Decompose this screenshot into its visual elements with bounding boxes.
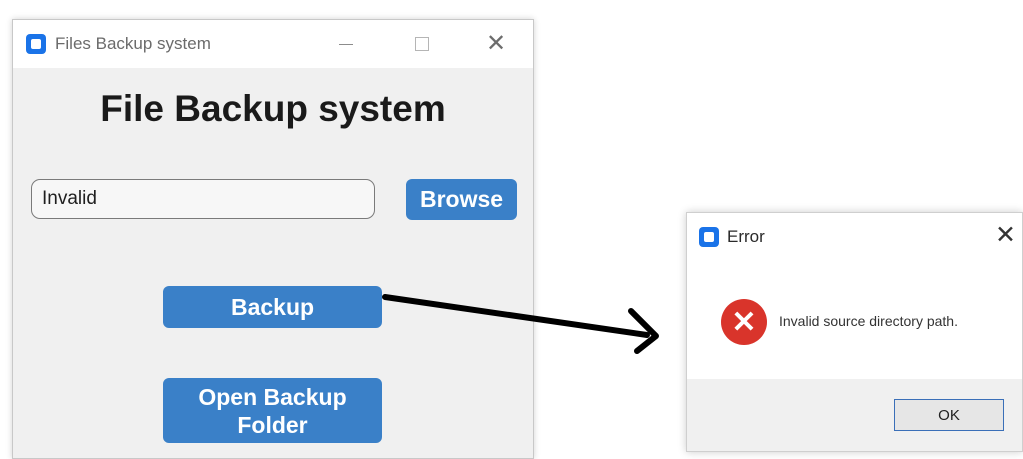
error-message: Invalid source directory path. xyxy=(779,313,958,329)
backup-button[interactable]: Backup xyxy=(163,286,382,328)
close-icon[interactable]: ✕ xyxy=(995,223,1016,248)
error-body: ✕ Invalid source directory path. xyxy=(687,261,1022,389)
page-title: File Backup system xyxy=(100,88,446,129)
annotation-arrow xyxy=(382,294,659,354)
error-titlebar[interactable]: Error ✕ xyxy=(687,213,1022,261)
app-icon xyxy=(699,227,719,247)
main-window: Files Backup system ✕ File Backup system… xyxy=(12,19,534,459)
open-backup-folder-button[interactable]: Open Backup Folder xyxy=(163,378,382,443)
main-titlebar[interactable]: Files Backup system ✕ xyxy=(13,20,533,68)
window-title: Files Backup system xyxy=(55,34,211,53)
error-footer: OK xyxy=(687,379,1022,451)
minimize-icon xyxy=(339,43,353,45)
maximize-button[interactable] xyxy=(399,28,445,60)
error-dialog: Error ✕ ✕ Invalid source directory path.… xyxy=(686,212,1023,452)
ok-button[interactable]: OK xyxy=(894,399,1004,431)
error-x-icon: ✕ xyxy=(721,299,767,345)
app-icon xyxy=(26,34,46,54)
source-path-input[interactable] xyxy=(31,179,375,219)
error-title: Error xyxy=(727,227,765,246)
minimize-button[interactable] xyxy=(323,28,369,60)
close-icon: ✕ xyxy=(485,30,507,57)
maximize-icon xyxy=(415,37,429,51)
open-backup-folder-label: Open Backup Folder xyxy=(198,383,347,438)
browse-button[interactable]: Browse xyxy=(406,179,517,220)
close-button[interactable]: ✕ xyxy=(473,28,519,60)
